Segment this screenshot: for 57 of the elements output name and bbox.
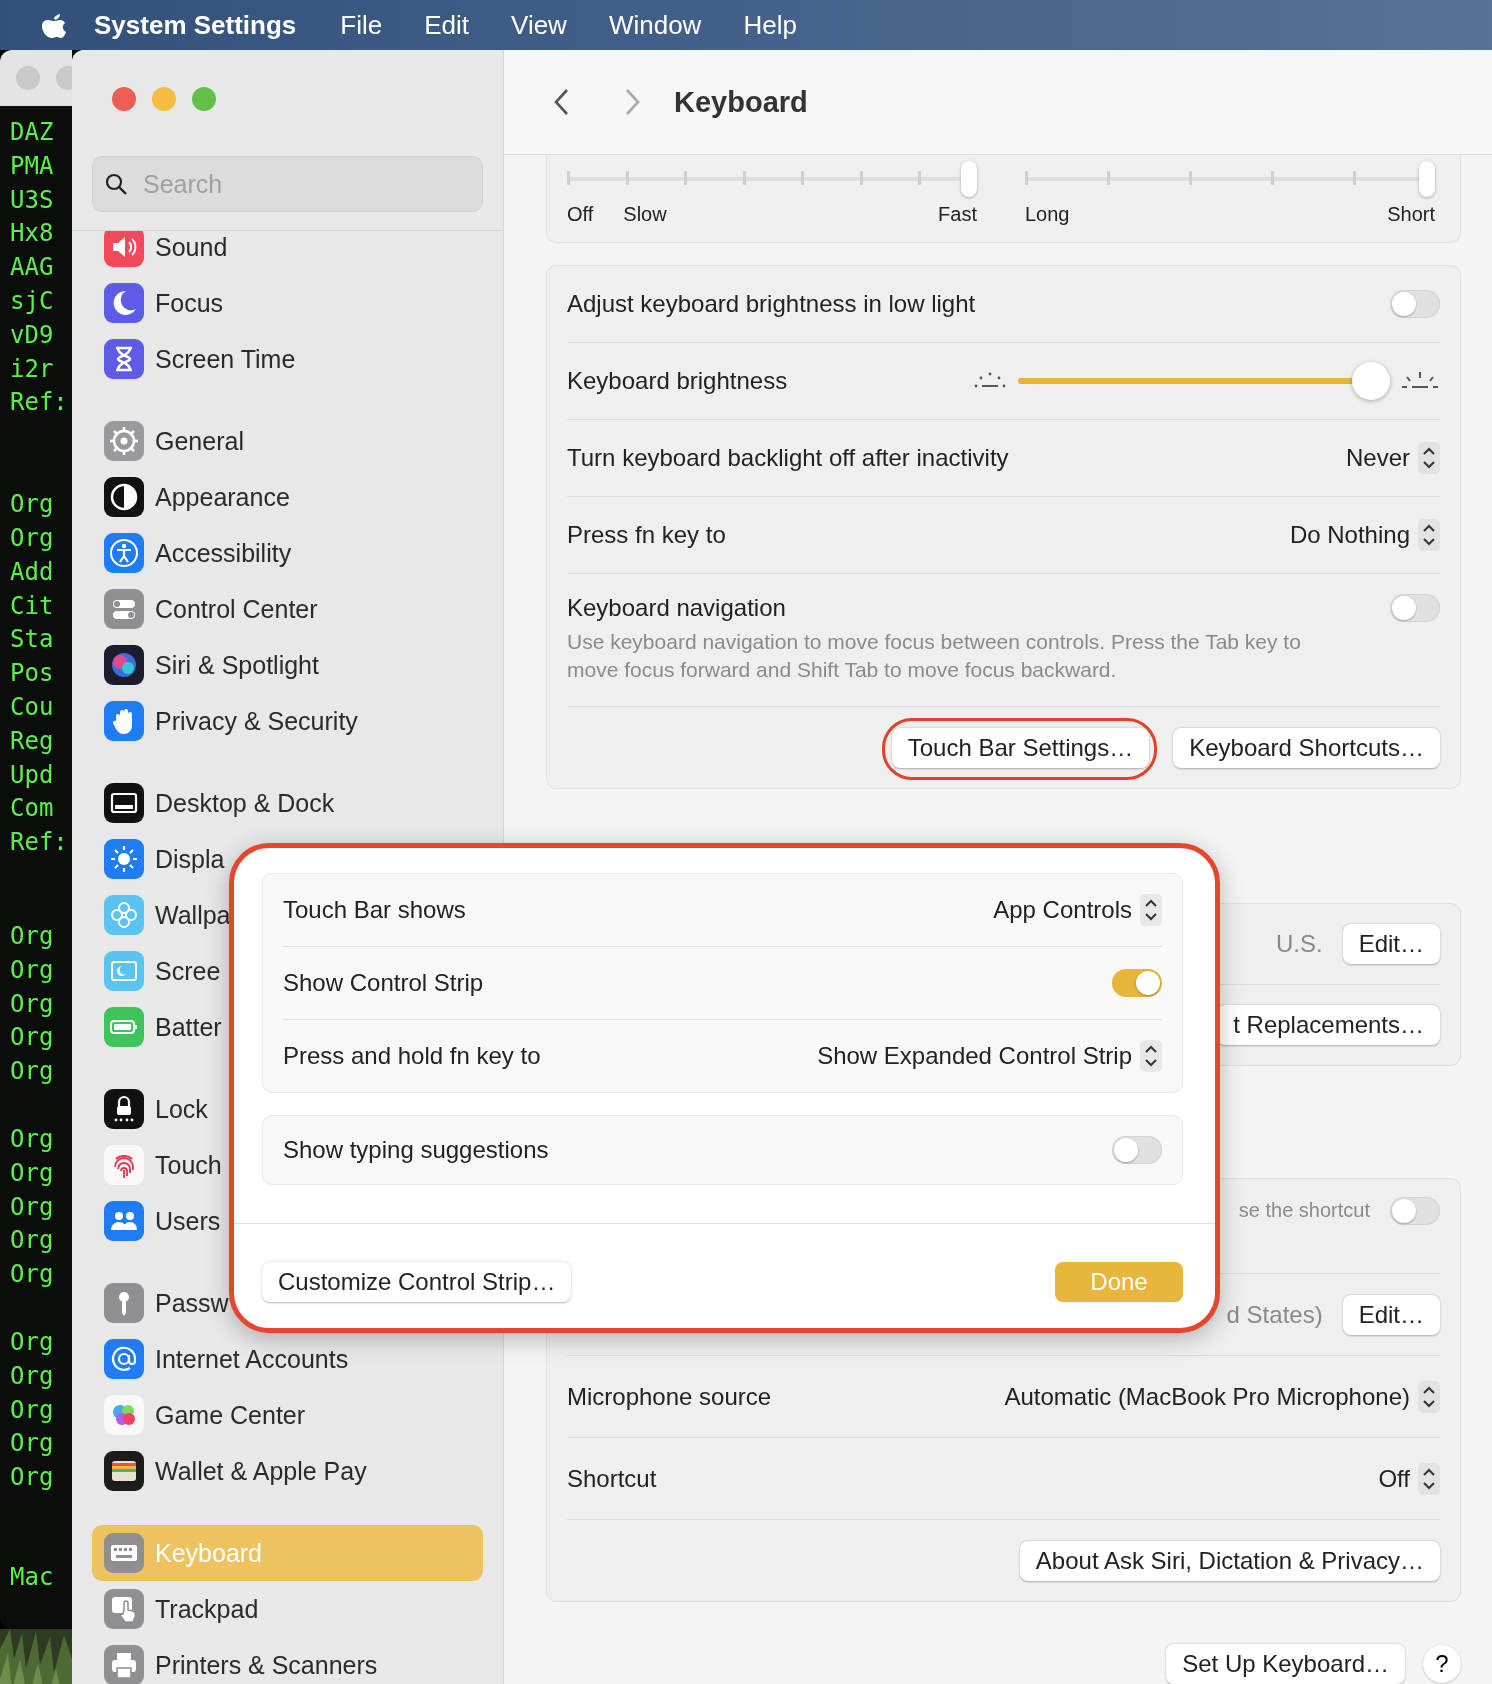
- terminal-line: Org: [10, 988, 55, 1020]
- terminal-line: Org: [10, 920, 55, 952]
- terminal-line: Org: [10, 1394, 55, 1426]
- terminal-line: Org: [10, 1191, 55, 1223]
- setting-value: d States): [1226, 1300, 1323, 1329]
- setting-label: Shortcut: [567, 1464, 657, 1493]
- slider-label: Off: [567, 203, 594, 226]
- setting-description: Use keyboard navigation to move focus between controls. Press the Tab key to move focus forward and Shift Tab to move focus backward.: [567, 629, 1302, 683]
- slider-label: Fast: [938, 203, 977, 226]
- terminal-line: U3S: [10, 184, 55, 216]
- terminal-line: i2r: [10, 353, 55, 385]
- terminal-line: Org: [10, 1123, 55, 1155]
- setting-label: Press fn key to: [567, 521, 726, 549]
- slider-label: Long: [1025, 203, 1070, 226]
- setting-label: Show Control Strip: [283, 969, 484, 997]
- terminal-line: Org: [10, 1056, 55, 1088]
- terminal-line: Org: [10, 489, 55, 521]
- terminal-line: Add: [10, 556, 55, 588]
- setting-label: Show typing suggestions: [283, 1136, 549, 1164]
- terminal-line: Upd: [10, 759, 55, 791]
- terminal-line: Sta: [10, 624, 55, 656]
- terminal-line: Org: [10, 522, 55, 554]
- setting-label: Keyboard brightness: [567, 367, 788, 395]
- setting-value: U.S.: [1275, 930, 1323, 958]
- setting-label: Touch Bar shows: [283, 896, 466, 924]
- terminal-line: Cou: [10, 691, 55, 723]
- terminal-line: Org: [10, 1326, 55, 1358]
- terminal-line: Mac: [10, 1561, 55, 1593]
- slider-label: Short: [1387, 203, 1435, 226]
- terminal-line: Org: [10, 1225, 55, 1257]
- terminal-line: Pos: [10, 658, 55, 690]
- terminal-line: Hx8: [10, 218, 55, 250]
- setting-label: Turn keyboard backlight off after inactivity: [567, 444, 1009, 472]
- terminal-line: Com: [10, 793, 55, 825]
- terminal-line: Org: [10, 1157, 55, 1189]
- terminal-line: sjC: [10, 286, 55, 317]
- setting-description: se the shortcut: [1238, 1199, 1370, 1222]
- terminal-line: Org: [10, 1259, 55, 1291]
- setting-label: Microphone source: [567, 1382, 772, 1411]
- slider-label: Slow: [623, 203, 667, 226]
- setting-label: Press and hold fn key to: [283, 1042, 541, 1070]
- setting-label: Keyboard navigation: [567, 594, 787, 622]
- terminal-line: DAZ: [10, 117, 55, 148]
- terminal-line: Org: [10, 954, 55, 986]
- terminal-line: Reg: [10, 725, 55, 757]
- terminal-line: Cit: [10, 590, 55, 622]
- terminal-line: Org: [10, 1462, 55, 1494]
- terminal-line: vD9: [10, 319, 55, 351]
- terminal-line: AAG: [10, 252, 55, 284]
- terminal-line: Ref:: [10, 827, 69, 859]
- setting-label: Adjust keyboard brightness in low light: [567, 290, 976, 318]
- terminal-line: PMA: [10, 150, 55, 182]
- terminal-line: Ref:: [10, 387, 69, 419]
- terminal-line: Org: [10, 1360, 55, 1392]
- terminal-line: Org: [10, 1022, 55, 1054]
- terminal-line: Org: [10, 1428, 55, 1460]
- window-title: Keyboard: [674, 85, 808, 119]
